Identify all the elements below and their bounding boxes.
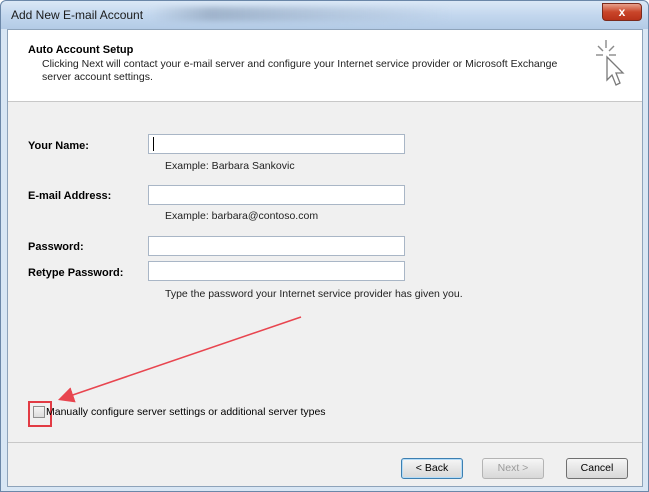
blurred-background-text <box>151 7 451 21</box>
cursor-sparkle-icon <box>596 40 625 86</box>
cancel-button[interactable]: Cancel <box>566 458 628 479</box>
your-name-input[interactable] <box>148 134 405 154</box>
next-button[interactable]: Next > <box>482 458 544 479</box>
retype-password-label: Retype Password: <box>28 267 124 279</box>
close-button[interactable]: x <box>602 3 642 21</box>
email-example: Example: barbara@contoso.com <box>165 210 319 222</box>
back-button[interactable]: < Back <box>401 458 463 479</box>
your-name-label: Your Name: <box>28 140 89 152</box>
email-label: E-mail Address: <box>28 190 112 202</box>
your-name-example: Example: Barbara Sankovic <box>165 160 295 172</box>
dialog-window: Add New E-mail Account x Auto Account Se… <box>0 0 649 492</box>
window-title: Add New E-mail Account <box>11 8 144 22</box>
header-band: Auto Account Setup Clicking Next will co… <box>8 30 642 102</box>
footer-separator <box>8 442 642 443</box>
section-title: Auto Account Setup <box>28 44 134 56</box>
password-label: Password: <box>28 241 84 253</box>
dialog-client-area: Auto Account Setup Clicking Next will co… <box>7 29 643 487</box>
manual-config-label[interactable]: Manually configure server settings or ad… <box>46 406 326 418</box>
password-input[interactable] <box>148 236 405 256</box>
password-hint: Type the password your Internet service … <box>165 288 463 300</box>
email-input[interactable] <box>148 185 405 205</box>
text-caret <box>153 137 154 151</box>
retype-password-input[interactable] <box>148 261 405 281</box>
section-description: Clicking Next will contact your e-mail s… <box>42 58 558 83</box>
manual-config-checkbox[interactable] <box>33 406 45 418</box>
title-bar[interactable]: Add New E-mail Account x <box>1 1 648 29</box>
